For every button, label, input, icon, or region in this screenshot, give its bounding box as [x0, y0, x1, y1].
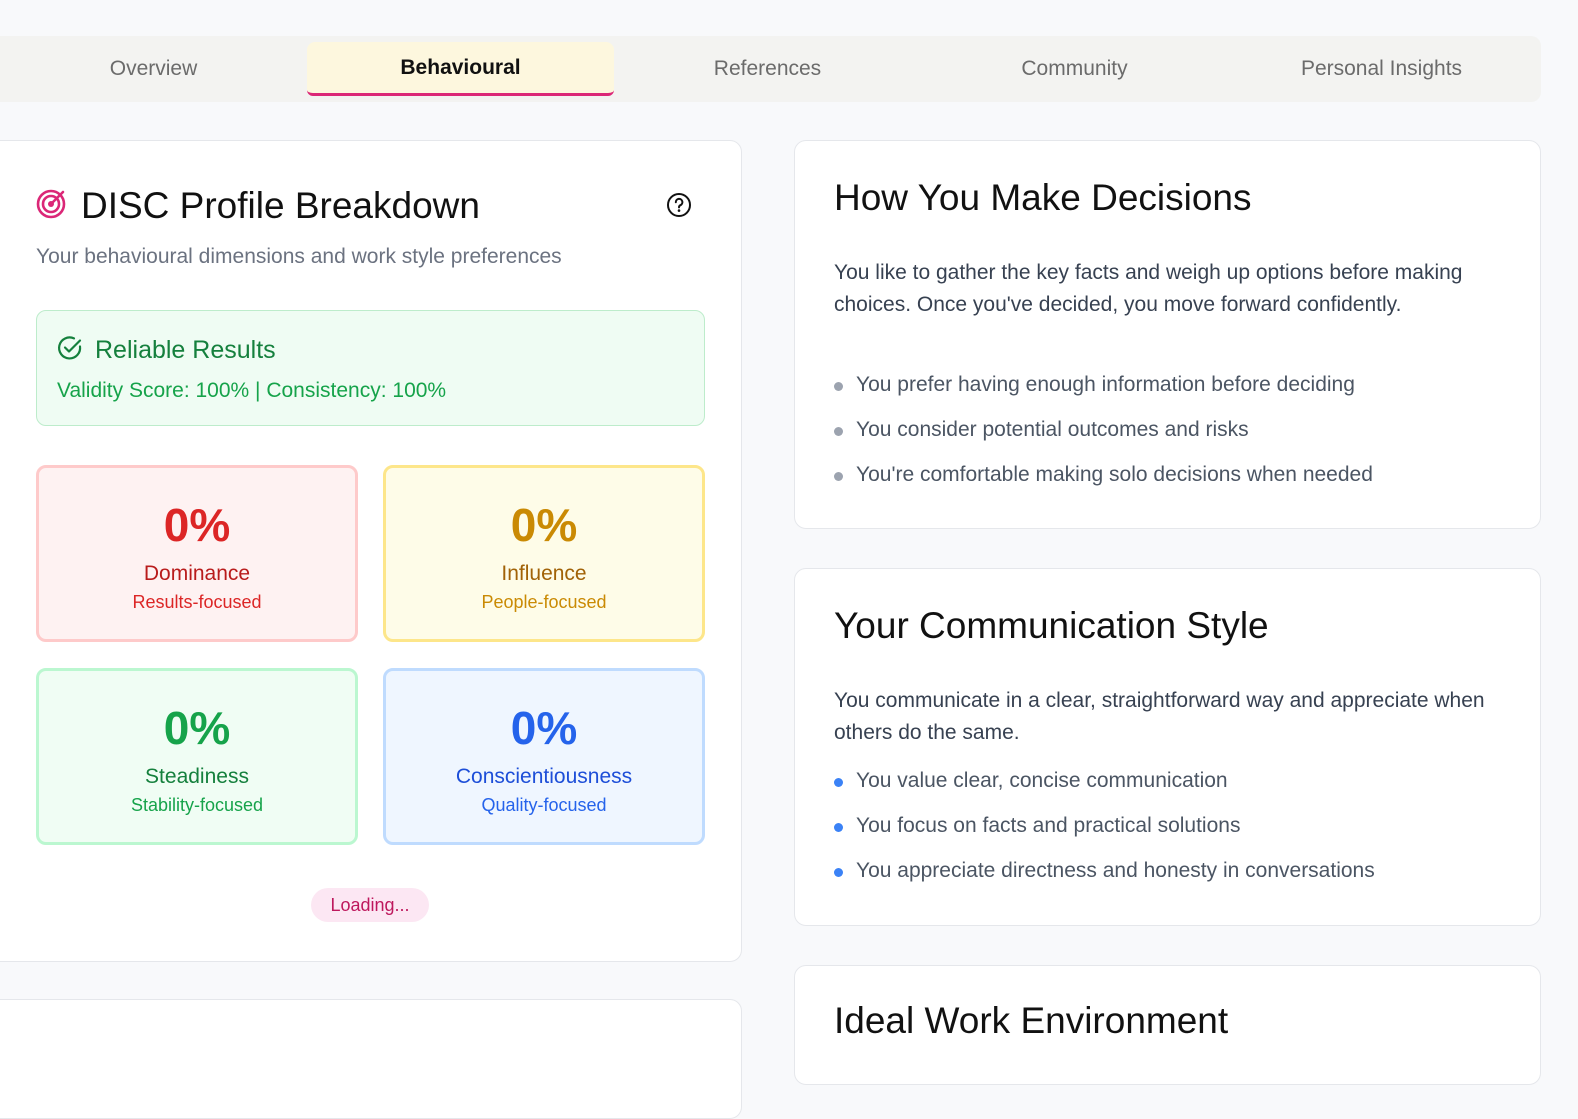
- list-item-text: You appreciate directness and honesty in…: [856, 859, 1375, 882]
- communication-card: Your Communication Style You communicate…: [794, 568, 1541, 926]
- help-circle-icon[interactable]: [665, 191, 693, 219]
- disc-title: DISC Profile Breakdown: [81, 185, 480, 226]
- decisions-paragraph: You like to gather the key facts and wei…: [834, 261, 1463, 316]
- tab-community[interactable]: Community: [921, 42, 1228, 96]
- bullet-icon: [834, 472, 843, 481]
- list-item: You focus on facts and practical solutio…: [834, 814, 1375, 859]
- bullet-icon: [834, 382, 843, 391]
- tab-references[interactable]: References: [614, 42, 921, 96]
- dimension-dominance: 0% Dominance Results-focused: [36, 465, 358, 642]
- environment-title: Ideal Work Environment: [834, 1000, 1229, 1041]
- dimension-percent: 0%: [163, 702, 231, 754]
- list-item-text: You value clear, concise communication: [856, 769, 1228, 792]
- tab-bar: Overview Behavioural References Communit…: [0, 36, 1541, 102]
- tab-behavioural[interactable]: Behavioural: [307, 42, 614, 96]
- list-item: You value clear, concise communication: [834, 769, 1375, 814]
- decisions-list: You prefer having enough information bef…: [834, 373, 1373, 508]
- communication-paragraph: You communicate in a clear, straightforw…: [834, 689, 1485, 744]
- list-item: You prefer having enough information bef…: [834, 373, 1373, 418]
- loading-badge: Loading...: [311, 888, 429, 922]
- environment-card: Ideal Work Environment: [794, 965, 1541, 1085]
- bullet-icon: [834, 868, 843, 877]
- communication-title: Your Communication Style: [834, 605, 1269, 646]
- reliability-title: Reliable Results: [95, 336, 276, 364]
- disc-title-row: DISC Profile Breakdown: [35, 185, 480, 227]
- dimension-percent: 0%: [510, 702, 578, 754]
- check-circle-icon: [57, 335, 83, 366]
- dimension-desc: Stability-focused: [130, 795, 264, 815]
- dimension-steadiness: 0% Steadiness Stability-focused: [36, 668, 358, 845]
- disc-subtitle: Your behavioural dimensions and work sty…: [36, 245, 562, 268]
- dimension-influence: 0% Influence People-focused: [383, 465, 705, 642]
- dimension-desc: Results-focused: [132, 592, 262, 612]
- dimension-name: Dominance: [143, 562, 251, 585]
- decisions-title: How You Make Decisions: [834, 177, 1252, 218]
- communication-list: You value clear, concise communication Y…: [834, 769, 1375, 904]
- list-item-text: You're comfortable making solo decisions…: [856, 463, 1373, 486]
- dimension-name: Influence: [501, 562, 587, 585]
- list-item: You consider potential outcomes and risk…: [834, 418, 1373, 463]
- bullet-icon: [834, 427, 843, 436]
- reliability-banner: Reliable Results Validity Score: 100% | …: [36, 310, 705, 426]
- bullet-icon: [834, 823, 843, 832]
- dimension-percent: 0%: [163, 499, 231, 551]
- disc-profile-card: DISC Profile Breakdown Your behavioural …: [0, 140, 742, 962]
- tab-overview[interactable]: Overview: [0, 42, 307, 96]
- list-item-text: You focus on facts and practical solutio…: [856, 814, 1241, 837]
- list-item-text: You consider potential outcomes and risk…: [856, 418, 1249, 441]
- dimension-desc: People-focused: [481, 592, 607, 612]
- list-item: You appreciate directness and honesty in…: [834, 859, 1375, 904]
- target-icon: [35, 188, 67, 225]
- secondary-card: [0, 999, 742, 1119]
- dimension-name: Conscientiousness: [455, 765, 633, 788]
- dimension-desc: Quality-focused: [481, 795, 607, 815]
- dimension-percent: 0%: [510, 499, 578, 551]
- list-item-text: You prefer having enough information bef…: [856, 373, 1355, 396]
- list-item: You're comfortable making solo decisions…: [834, 463, 1373, 508]
- bullet-icon: [834, 778, 843, 787]
- dimension-name: Steadiness: [145, 765, 249, 788]
- reliability-detail: Validity Score: 100% | Consistency: 100%: [57, 379, 447, 402]
- decisions-card: How You Make Decisions You like to gathe…: [794, 140, 1541, 529]
- tab-personal-insights[interactable]: Personal Insights: [1228, 42, 1535, 96]
- dimension-conscientiousness: 0% Conscientiousness Quality-focused: [383, 668, 705, 845]
